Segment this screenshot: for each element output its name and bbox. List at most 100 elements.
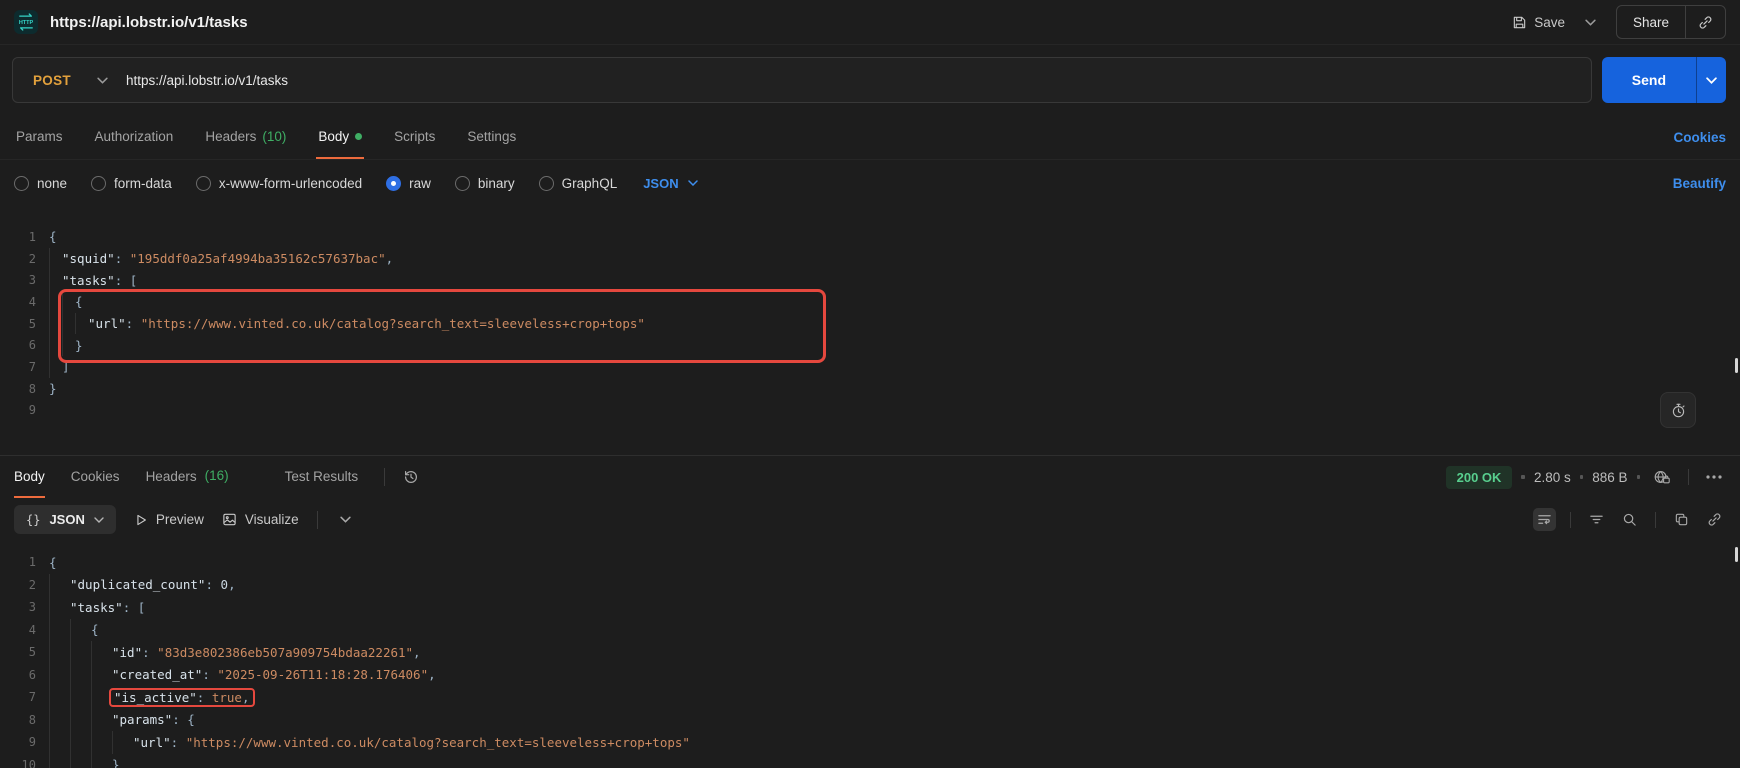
indent-guide [49,291,62,313]
line-number: 1 [28,555,36,570]
body-modified-dot [355,132,363,140]
radio-x-www-form-urlencoded[interactable]: x-www-form-urlencoded [195,175,362,191]
indent-guide [70,708,91,731]
play-icon [134,513,148,527]
response-body-editor[interactable]: 1{2 "duplicated_count": 0, 3 "tasks": [4{5 "… [0,541,1740,768]
code-text: "params": { [112,712,195,728]
indent-guide [62,312,75,335]
code-line[interactable]: 8} [0,378,1740,400]
stopwatch-button[interactable] [1660,392,1696,428]
tab-headers[interactable]: Headers (10) [203,115,288,159]
radio-icon [454,175,470,191]
code-line[interactable]: 9 [0,400,1740,422]
indent-guide [49,312,62,335]
radio-raw[interactable]: raw [386,175,431,191]
radio-none[interactable]: none [14,175,67,191]
more-options-button[interactable] [1702,471,1726,483]
code-line[interactable]: 9 "url": "https://www.vinted.co.uk/catalo… [0,731,1740,754]
indent-guide [91,641,112,664]
visualize-button[interactable]: Visualize [222,512,299,527]
save-options-chevron[interactable] [1579,15,1602,30]
code-line[interactable]: 1{ [0,551,1740,574]
indent-guide [49,753,70,768]
dot-separator [1521,475,1525,479]
response-tab-test-results[interactable]: Test Results [285,456,359,498]
radio-graphql[interactable]: GraphQL [538,175,617,191]
share-button[interactable]: Share [1617,6,1685,38]
indent-guide [49,641,70,664]
visualize-options-chevron[interactable] [336,512,355,527]
code-text: ] [62,359,70,375]
code-line[interactable]: 4{ [0,618,1740,641]
response-tab-headers[interactable]: Headers (16) [146,456,259,498]
indent-guide [49,663,70,686]
request-header-bar: HTTP https://api.lobstr.io/v1/tasks Save… [0,0,1740,45]
save-button[interactable]: Save [1512,15,1565,30]
response-section: Body Cookies Headers (16) Test Results 20… [0,455,1740,768]
code-line[interactable]: 7] [0,356,1740,378]
code-text: } [49,381,57,397]
line-number: 8 [28,712,36,727]
send-button[interactable]: Send [1602,57,1696,103]
save-icon [1512,15,1527,30]
radio-form-data[interactable]: form-data [91,175,172,191]
code-line[interactable]: 3 "tasks": [ [0,269,1740,292]
tab-settings[interactable]: Settings [465,115,518,159]
copy-icon[interactable] [1670,508,1693,531]
code-line[interactable]: 6 "created_at": "2025-09-26T11:18:28.1764… [0,663,1740,686]
indent-guide [49,686,70,709]
response-size[interactable]: 886 B [1592,470,1627,485]
code-line[interactable]: 1{ [0,226,1740,248]
send-button-group: Send [1601,57,1726,103]
tab-body[interactable]: Body [316,115,365,159]
preview-button[interactable]: Preview [134,512,204,527]
code-line[interactable]: 7 "is_active": true, [0,686,1740,709]
code-line[interactable]: 2 "duplicated_count": 0, [0,573,1740,596]
filter-icon[interactable] [1585,508,1608,531]
chevron-down-icon [94,516,104,523]
code-line[interactable]: 2 "squid": "195ddf0a25af4994ba35162c57637… [0,247,1740,270]
scrollbar-thumb[interactable] [1735,547,1738,562]
link-icon[interactable] [1703,508,1726,531]
code-line[interactable]: 4{ [0,291,1740,313]
code-text: "duplicated_count": 0, [70,577,236,593]
tab-params[interactable]: Params [14,115,65,159]
response-history-button[interactable] [399,465,423,489]
response-time[interactable]: 2.80 s [1534,470,1571,485]
code-line[interactable]: 5 "id": "83d3e802386eb507a909754bdaa22261… [0,641,1740,664]
beautify-link[interactable]: Beautify [1673,176,1726,191]
search-icon[interactable] [1618,508,1641,531]
send-options-chevron[interactable] [1697,57,1726,103]
tab-scripts[interactable]: Scripts [392,115,437,159]
response-toolbar: {} JSON Preview Visualize [0,498,1740,541]
raw-format-selector[interactable]: JSON [643,176,698,191]
code-line[interactable]: 3 "tasks": [ [0,596,1740,619]
request-body-editor[interactable]: 1{2 "squid": "195ddf0a25af4994ba35162c576… [0,218,1740,440]
indent-guide [91,663,112,686]
chevron-down-icon [97,77,108,84]
code-line[interactable]: 8 "params": { [0,708,1740,731]
code-text: "squid": "195ddf0a25af4994ba35162c57637b… [62,251,394,267]
indent-guide [49,247,62,270]
tab-authorization[interactable]: Authorization [93,115,176,159]
code-line[interactable]: 6} [0,334,1740,357]
code-line[interactable]: 5 "url": "https://www.vinted.co.uk/catalo… [0,312,1740,335]
response-format-selector[interactable]: {} JSON [14,505,116,534]
response-tab-cookies[interactable]: Cookies [71,456,120,498]
network-info-icon[interactable] [1649,465,1675,489]
response-tab-body[interactable]: Body [14,456,45,498]
line-number: 5 [28,645,36,660]
copy-link-icon[interactable] [1686,6,1725,38]
cookies-link[interactable]: Cookies [1673,115,1726,159]
app-window: HTTP https://api.lobstr.io/v1/tasks Save… [0,0,1740,768]
scrollbar-thumb[interactable] [1735,358,1738,373]
radio-binary[interactable]: binary [454,175,515,191]
url-input[interactable] [125,72,1591,88]
code-text: "tasks": [ [62,272,138,288]
status-badge[interactable]: 200 OK [1445,465,1513,489]
code-line[interactable]: 10} [0,753,1740,768]
code-text: "url": "https://www.vinted.co.uk/catalog… [88,316,645,332]
method-selector[interactable]: POST [13,73,126,88]
indent-guide [49,596,70,619]
wrap-text-button[interactable] [1533,508,1556,531]
